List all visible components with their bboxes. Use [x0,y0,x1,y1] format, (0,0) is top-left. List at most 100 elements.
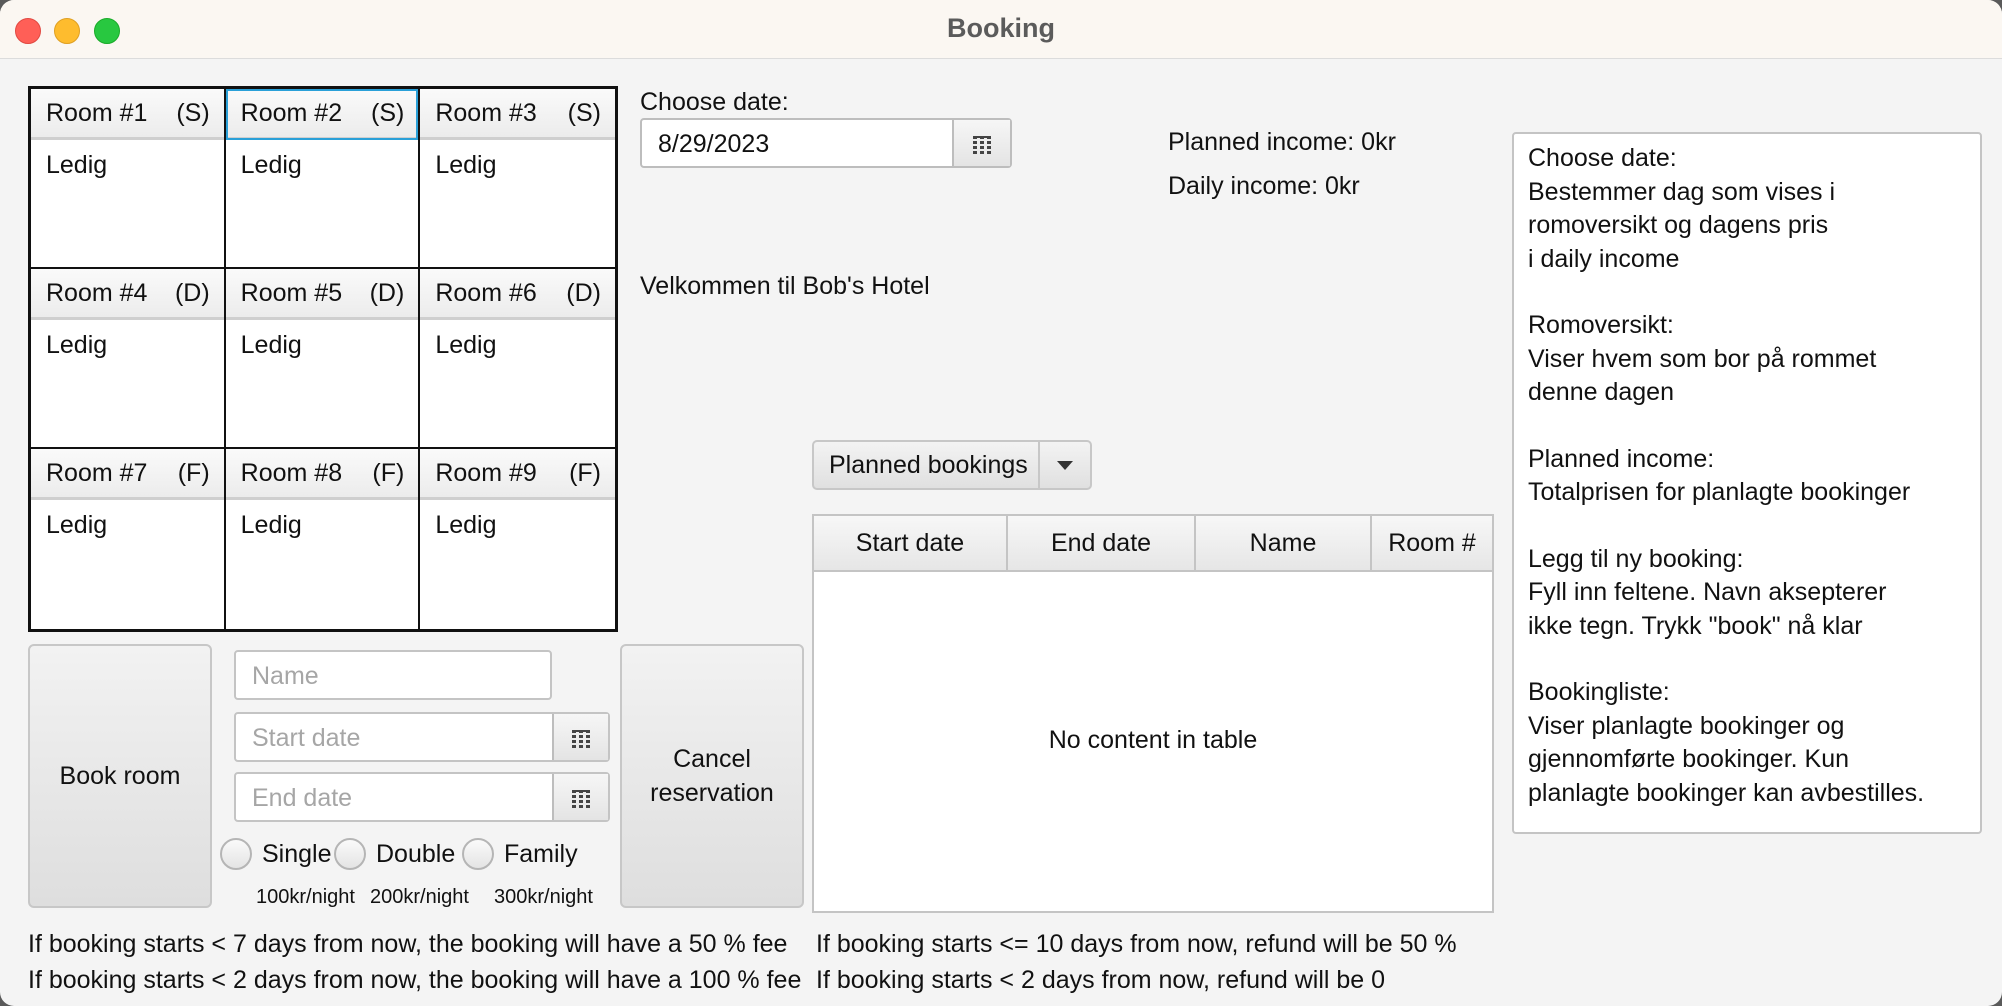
choose-date-calendar-button[interactable] [952,120,1010,166]
column-header-start-date[interactable]: Start date [814,516,1008,570]
room-name: Room #5 [240,279,343,307]
room-type: (F) [569,459,601,487]
empty-table-text: No content in table [1048,726,1258,754]
book-room-button[interactable]: Book room [28,644,212,908]
room-header: Room #9 (F) [420,449,615,500]
room-name: Room #4 [46,279,148,307]
room-name: Room #8 [240,459,343,487]
name-input[interactable]: Name [234,650,552,700]
refund-info-line: If booking starts <= 10 days from now, r… [816,930,1457,958]
choose-date-label: Choose date: [640,88,789,116]
choose-date-value[interactable]: 8/29/2023 [658,130,769,159]
radio-circle[interactable] [462,838,494,870]
refund-info-line: If booking starts < 2 days from now, ref… [816,966,1386,994]
table-placeholder: No content in table [814,570,1492,911]
help-paragraph: Bookingliste: Viser planlagte bookinger … [1528,678,1925,807]
daily-income-label: Daily income: 0kr [1168,172,1360,200]
room-name: Room #9 [435,459,537,487]
table-header: Start date End date Name Room # [814,516,1492,572]
column-header-end-date[interactable]: End date [1008,516,1196,570]
room-name: Room #1 [46,99,148,127]
calendar-icon [572,789,590,808]
room-header: Room #1 (S) [31,89,224,140]
window-title: Booking [947,13,1055,43]
radio-circle[interactable] [334,838,366,870]
room-type: (S) [567,99,601,127]
radio-label: Double [376,840,456,868]
help-paragraph: Legg til ny booking: Fyll inn feltene. N… [1528,544,1887,640]
radio-label: Single [262,840,332,868]
name-placeholder: Name [252,662,319,690]
help-paragraph: Romoversikt: Viser hvem som bor på romme… [1528,311,1877,406]
room-status: Ledig [46,151,108,179]
room-cell-2[interactable]: Room #2 (S) Ledig [225,89,421,269]
room-cell-8[interactable]: Room #8 (F) Ledig [225,449,421,629]
cancel-reservation-button[interactable]: Cancel reservation [620,644,804,908]
help-paragraph: Choose date: Bestemmer dag som vises i r… [1528,144,1836,273]
room-name: Room #7 [46,459,148,487]
title-bar: Booking [0,0,2002,59]
column-header-room[interactable]: Room # [1372,516,1492,570]
start-date-calendar-button[interactable] [552,714,608,760]
booking-window: Booking Room #1 (S) Ledig Room #2 (S) Le… [0,0,2002,1006]
room-name: Room #6 [435,279,537,307]
room-name: Room #3 [435,99,537,127]
price-double: 200kr/night [370,886,469,908]
start-date-placeholder: Start date [252,724,361,752]
room-cell-5[interactable]: Room #5 (D) Ledig [225,269,421,449]
calendar-icon [973,135,991,154]
welcome-text: Velkommen til Bob's Hotel [640,272,930,300]
room-header: Room #7 (F) [31,449,224,500]
room-cell-3[interactable]: Room #3 (S) Ledig [420,89,615,269]
choose-date-picker[interactable]: 8/29/2023 [640,118,1012,168]
room-status: Ledig [240,511,302,539]
room-cell-9[interactable]: Room #9 (F) Ledig [420,449,615,629]
room-status: Ledig [240,331,302,359]
room-status: Ledig [435,511,497,539]
book-room-label: Book room [59,761,181,790]
room-cell-6[interactable]: Room #6 (D) Ledig [420,269,615,449]
room-type: (S) [176,99,210,127]
radio-circle[interactable] [220,838,252,870]
price-single: 100kr/night [256,886,355,908]
room-header: Room #2 (S) [225,89,419,140]
help-text-area[interactable]: Choose date: Bestemmer dag som vises i r… [1512,132,1982,834]
bookings-table[interactable]: Start date End date Name Room # No conte… [812,514,1494,913]
room-status: Ledig [435,331,497,359]
fee-info-line: If booking starts < 7 days from now, the… [28,930,788,958]
room-header: Room #4 (D) [31,269,224,320]
start-date-input[interactable]: Start date [234,712,610,762]
room-header: Room #5 (D) [225,269,419,320]
room-status: Ledig [46,511,108,539]
room-status: Ledig [240,151,302,179]
end-date-input[interactable]: End date [234,772,610,822]
chevron-down-icon [1057,461,1073,470]
calendar-icon [572,729,590,748]
planned-income-label: Planned income: 0kr [1168,128,1396,156]
cancel-reservation-label: Cancel reservation [650,745,774,807]
room-header: Room #8 (F) [225,449,419,500]
room-header: Room #3 (S) [420,89,615,140]
room-type: (S) [371,99,405,127]
column-header-name[interactable]: Name [1196,516,1372,570]
room-cell-1[interactable]: Room #1 (S) Ledig [31,89,226,269]
end-date-placeholder: End date [252,784,353,812]
bookings-filter-dropdown[interactable]: Planned bookings [812,440,1092,490]
main-content: Room #1 (S) Ledig Room #2 (S) Ledig Room… [0,58,2002,1006]
fee-info-line: If booking starts < 2 days from now, the… [28,966,802,994]
room-type: (D) [369,279,405,307]
room-type: (D) [174,279,210,307]
price-family: 300kr/night [494,886,593,908]
room-overview-grid: Room #1 (S) Ledig Room #2 (S) Ledig Room… [28,86,618,632]
room-status: Ledig [435,151,497,179]
end-date-calendar-button[interactable] [552,774,608,820]
radio-label: Family [504,840,578,868]
dropdown-arrow-button[interactable] [1038,442,1090,488]
room-name: Room #2 [240,99,343,127]
room-cell-7[interactable]: Room #7 (F) Ledig [31,449,226,629]
room-status: Ledig [46,331,108,359]
room-type: (F) [177,459,210,487]
room-type: (D) [566,279,601,307]
room-type: (F) [372,459,405,487]
room-cell-4[interactable]: Room #4 (D) Ledig [31,269,226,449]
